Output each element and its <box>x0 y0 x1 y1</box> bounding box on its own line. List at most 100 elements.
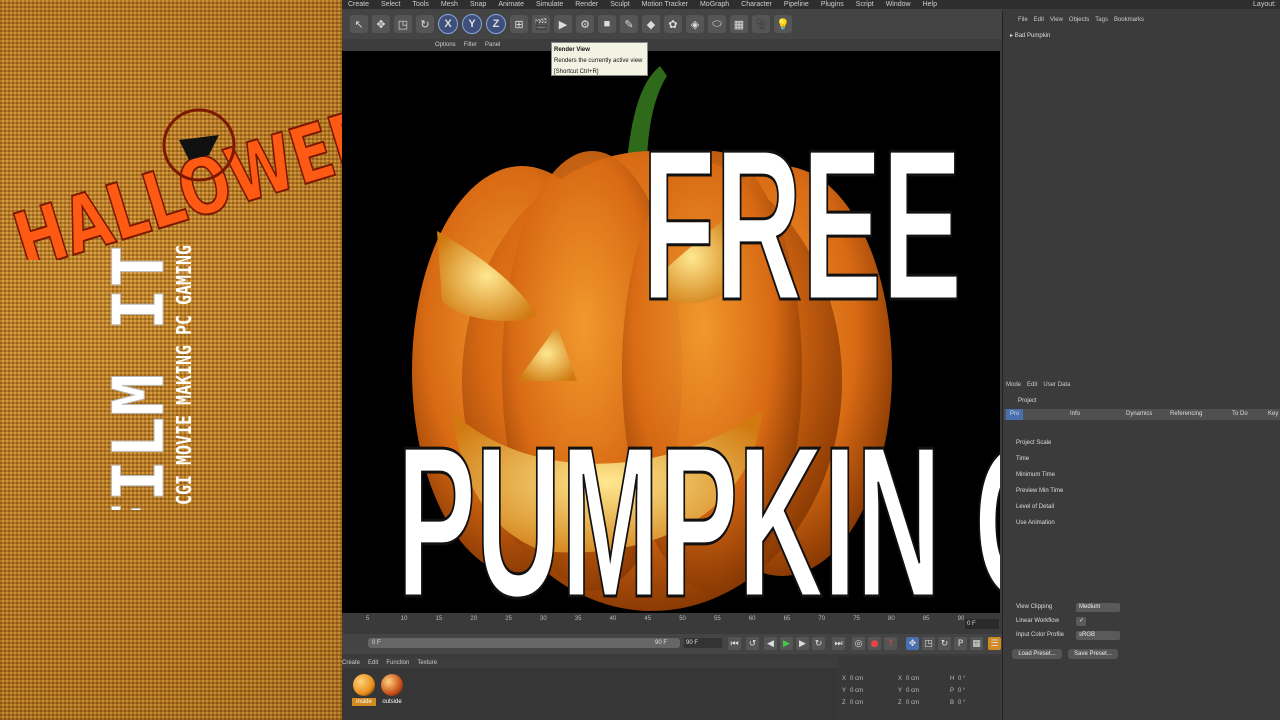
attribute-tab-dynamics[interactable]: Dynamics <box>1126 409 1152 420</box>
attribute-menu-user-data[interactable]: User Data <box>1043 382 1070 388</box>
menu-item-create[interactable]: Create <box>342 0 375 9</box>
coord-size-field[interactable]: 0 cm <box>906 674 919 684</box>
menu-item-render[interactable]: Render <box>569 0 604 9</box>
menu-item-simulate[interactable]: Simulate <box>530 0 569 9</box>
object-menu-edit[interactable]: Edit <box>1034 17 1044 23</box>
keyframe-selection-icon[interactable]: ? <box>884 637 897 650</box>
coord-position-field[interactable]: 0 cm <box>850 674 863 684</box>
frame-range-slider[interactable] <box>368 638 680 648</box>
object-name[interactable]: Bad Pumpkin <box>1015 33 1051 39</box>
coord-rotation-field[interactable]: 0 ° <box>958 698 965 708</box>
cube-icon[interactable]: ■ <box>598 15 616 33</box>
parameter-key-icon[interactable]: P <box>954 637 967 650</box>
attribute-tab-key[interactable]: Key <box>1268 409 1278 420</box>
attribute-menu-mode[interactable]: Mode <box>1006 382 1021 388</box>
material-swatch[interactable]: outside <box>380 672 404 710</box>
menu-item-tools[interactable]: Tools <box>406 0 434 9</box>
menu-item-sculpt[interactable]: Sculpt <box>604 0 635 9</box>
menu-item-character[interactable]: Character <box>735 0 778 9</box>
attribute-value[interactable]: sRGB <box>1076 631 1120 640</box>
scheme-icon[interactable]: ☰ <box>988 637 1001 650</box>
menu-item-help[interactable]: Help <box>917 0 943 9</box>
object-menu-view[interactable]: View <box>1050 17 1063 23</box>
menu-item-motion-tracker[interactable]: Motion Tracker <box>636 0 694 9</box>
camera-icon[interactable]: 🎥 <box>752 15 770 33</box>
coord-position-field[interactable]: 0 cm <box>850 698 863 708</box>
object-menu-bookmarks[interactable]: Bookmarks <box>1114 17 1144 23</box>
next-frame-icon[interactable]: ▶ <box>796 637 809 650</box>
menu-item-snap[interactable]: Snap <box>464 0 492 9</box>
save-preset-button[interactable]: Save Preset... <box>1068 649 1118 659</box>
current-frame-field[interactable]: 0 F <box>965 619 999 629</box>
object-menu-file[interactable]: File <box>1018 17 1028 23</box>
autokey-icon[interactable]: ● <box>868 637 881 650</box>
attribute-value[interactable]: ✓ <box>1076 617 1086 626</box>
attribute-tab-pro[interactable]: Pro <box>1006 409 1024 420</box>
coord-rotation-field[interactable]: 0 ° <box>958 686 965 696</box>
menu-item-animate[interactable]: Animate <box>492 0 530 9</box>
go-to-start-icon[interactable]: ⏮ <box>728 637 741 650</box>
attribute-tab-referencing[interactable]: Referencing <box>1170 409 1202 420</box>
material-menu-function[interactable]: Function <box>386 660 409 666</box>
move-icon[interactable]: ✥ <box>372 15 390 33</box>
subdivision-icon[interactable]: ◆ <box>642 15 660 33</box>
load-preset-button[interactable]: Load Preset... <box>1012 649 1062 659</box>
menu-item-select[interactable]: Select <box>375 0 406 9</box>
viewport-menu-filter[interactable]: Filter <box>464 42 477 48</box>
coord-size-field[interactable]: 0 cm <box>906 686 919 696</box>
attribute-value[interactable]: Medium <box>1076 603 1120 612</box>
coord-size-field[interactable]: 0 cm <box>906 698 919 708</box>
menu-item-script[interactable]: Script <box>850 0 880 9</box>
attribute-tab-to-do[interactable]: To Do <box>1232 409 1248 420</box>
material-menu-edit[interactable]: Edit <box>368 660 378 666</box>
viewport[interactable]: FREE PUMPKIN OBJ <box>342 51 1000 613</box>
render-picture-viewer-icon[interactable]: ▶ <box>554 15 572 33</box>
floor-icon[interactable]: ▦ <box>730 15 748 33</box>
attribute-menu-edit[interactable]: Edit <box>1027 382 1037 388</box>
menu-item-window[interactable]: Window <box>880 0 917 9</box>
next-key-icon[interactable]: ↻ <box>812 637 825 650</box>
record-keys-icon[interactable]: ◎ <box>852 637 865 650</box>
menu-item-mesh[interactable]: Mesh <box>435 0 464 9</box>
go-to-end-icon[interactable]: ⏭ <box>832 637 845 650</box>
object-menu-tags[interactable]: Tags <box>1095 17 1108 23</box>
y-axis-button[interactable]: Y <box>462 14 482 34</box>
material-swatch[interactable]: inside <box>352 672 376 710</box>
pla-key-icon[interactable]: ▦ <box>970 637 983 650</box>
deformer-icon[interactable]: ◈ <box>686 15 704 33</box>
menu-item-plugins[interactable]: Plugins <box>815 0 850 9</box>
scale-key-icon[interactable]: ◳ <box>922 637 935 650</box>
render-view-icon[interactable]: 🎬 <box>532 15 550 33</box>
menu-item-pipeline[interactable]: Pipeline <box>778 0 815 9</box>
attribute-tab-info[interactable]: Info <box>1070 409 1080 420</box>
position-key-icon[interactable]: ✥ <box>906 637 919 650</box>
render-settings-icon[interactable]: ⚙ <box>576 15 594 33</box>
object-row[interactable]: ▸ Bad Pumpkin <box>1010 31 1050 41</box>
material-label: outside <box>382 699 402 705</box>
timeline-tick-label: 10 <box>400 616 408 622</box>
play-icon[interactable]: ▶ <box>780 637 793 650</box>
material-menu-create[interactable]: Create <box>342 660 360 666</box>
rotate-icon[interactable]: ↻ <box>416 15 434 33</box>
pen-icon[interactable]: ✎ <box>620 15 638 33</box>
coordinate-system-icon[interactable]: ⊞ <box>510 15 528 33</box>
menu-item-mograph[interactable]: MoGraph <box>694 0 735 9</box>
end-frame-field[interactable]: 90 F <box>684 638 722 648</box>
viewport-menu-panel[interactable]: Panel <box>485 42 500 48</box>
environment-icon[interactable]: ⬭ <box>708 15 726 33</box>
scale-icon[interactable]: ◳ <box>394 15 412 33</box>
timeline-ruler[interactable]: 5 10 15 20 25 30 35 40 45 50 55 60 65 70 75 80 85 90 <box>342 614 1002 634</box>
prev-frame-icon[interactable]: ◀ <box>764 637 777 650</box>
object-menu-objects[interactable]: Objects <box>1069 17 1089 23</box>
coord-position-field[interactable]: 0 cm <box>850 686 863 696</box>
z-axis-button[interactable]: Z <box>486 14 506 34</box>
coord-rotation-field[interactable]: 0 ° <box>958 674 965 684</box>
x-axis-button[interactable]: X <box>438 14 458 34</box>
prev-key-icon[interactable]: ↺ <box>746 637 759 650</box>
light-icon[interactable]: 💡 <box>774 15 792 33</box>
cursor-icon[interactable]: ↖ <box>350 15 368 33</box>
viewport-menu-options[interactable]: Options <box>435 42 456 48</box>
material-menu-texture[interactable]: Texture <box>417 660 437 666</box>
rotation-key-icon[interactable]: ↻ <box>938 637 951 650</box>
cloner-icon[interactable]: ✿ <box>664 15 682 33</box>
